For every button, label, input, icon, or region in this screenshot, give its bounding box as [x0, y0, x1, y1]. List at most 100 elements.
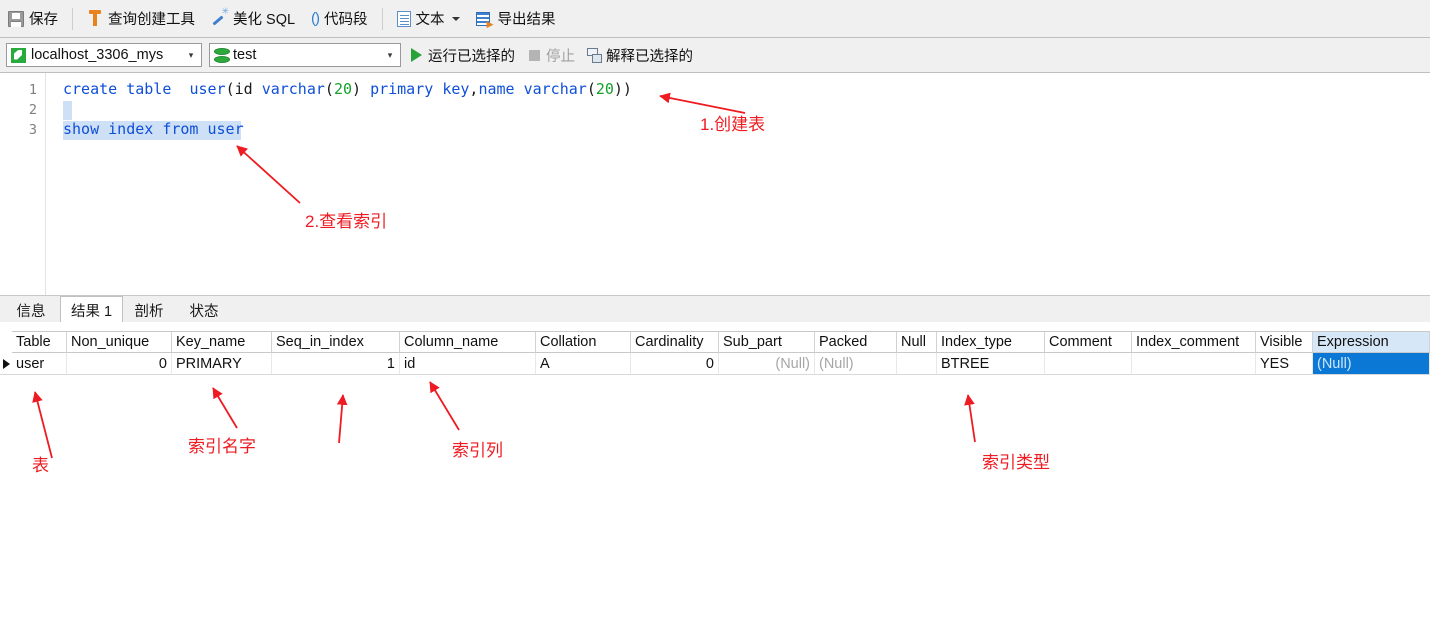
column-header-label: Column_name: [404, 334, 499, 350]
tab-label: 结果 1: [70, 303, 113, 320]
column-header[interactable]: Cardinality: [631, 331, 719, 353]
column-header[interactable]: Non_unique: [67, 331, 172, 353]
table-cell[interactable]: [1132, 353, 1256, 375]
code-token: user: [189, 80, 226, 98]
query-builder-icon: [87, 10, 103, 27]
export-result-button[interactable]: 导出结果: [469, 5, 563, 33]
table-cell[interactable]: [897, 353, 937, 375]
column-header[interactable]: Null: [897, 331, 937, 353]
column-header[interactable]: Key_name: [172, 331, 272, 353]
code-token: 20: [595, 80, 614, 98]
column-header-label: Expression: [1317, 334, 1389, 350]
code-token: name: [478, 80, 515, 98]
code-token: ): [352, 80, 371, 98]
column-header-label: Packed: [819, 334, 868, 350]
column-header[interactable]: Index_comment: [1132, 331, 1256, 353]
code-snippet-button-label: 代码段: [324, 12, 368, 28]
stop-icon: [529, 49, 540, 61]
column-header[interactable]: Column_name: [400, 331, 536, 353]
result-grid[interactable]: Table Non_unique Key_name Seq_in_index Colum…: [0, 322, 1430, 625]
table-cell[interactable]: (Null): [1313, 353, 1430, 375]
column-header[interactable]: Expression: [1313, 331, 1430, 353]
table-cell[interactable]: (Null): [815, 353, 897, 375]
code-token: (: [324, 80, 334, 98]
column-header[interactable]: Table: [12, 331, 67, 353]
chevron-down-icon[interactable]: ▾: [382, 50, 398, 61]
column-header[interactable]: Collation: [536, 331, 631, 353]
code-snippet-button[interactable]: () 代码段: [304, 5, 375, 33]
editor-code-area[interactable]: create table user(id varchar(20) primary…: [47, 73, 1430, 295]
tab-label: 剖析: [134, 303, 164, 320]
column-header-label: Index_comment: [1136, 334, 1240, 350]
table-cell[interactable]: 1: [272, 353, 400, 375]
column-header-label: Null: [901, 334, 926, 350]
annotation-create-table: 1.创建表: [700, 115, 766, 134]
column-header[interactable]: Index_type: [937, 331, 1045, 353]
table-cell[interactable]: BTREE: [937, 353, 1045, 375]
text-dropdown-button[interactable]: 文本: [390, 5, 467, 33]
save-button[interactable]: 保存: [1, 5, 65, 33]
chevron-down-icon[interactable]: ▾: [183, 50, 199, 61]
column-header-label: Table: [16, 334, 51, 350]
export-result-label: 导出结果: [497, 12, 556, 28]
database-select-value: test: [233, 47, 257, 63]
beautify-sql-button[interactable]: 美化 SQL: [204, 5, 302, 33]
table-row[interactable]: user 0 PRIMARY 1 id A 0 (Null) (Null) BTREE YES (Nu…: [0, 353, 1430, 375]
table-cell[interactable]: A: [536, 353, 631, 375]
column-header[interactable]: Comment: [1045, 331, 1132, 353]
column-header[interactable]: Packed: [815, 331, 897, 353]
code-token: id: [234, 80, 253, 98]
run-selected-button[interactable]: 运行已选择的: [411, 45, 515, 66]
chevron-down-icon[interactable]: [451, 16, 460, 21]
code-token: (: [225, 80, 235, 98]
export-grid-icon: [475, 11, 494, 29]
editor-line[interactable]: show index from user: [63, 119, 244, 139]
result-tabbar: 信息 结果 1 剖析 状态: [0, 295, 1430, 323]
code-token: varchar: [261, 80, 325, 98]
tab-2[interactable]: 结果 1: [60, 296, 123, 323]
play-icon: [411, 48, 422, 62]
code-token: table: [126, 80, 172, 98]
table-cell[interactable]: PRIMARY: [172, 353, 272, 375]
database-icon: [214, 47, 230, 63]
table-cell[interactable]: 0: [631, 353, 719, 375]
tab-1[interactable]: 信息: [2, 297, 60, 323]
query-builder-button[interactable]: 查询创建工具: [80, 5, 202, 33]
code-token: show: [63, 120, 100, 138]
row-indicator-icon: [0, 353, 12, 375]
line-number: 1: [28, 82, 37, 98]
database-select[interactable]: test ▾: [209, 43, 401, 67]
tab-label: 状态: [189, 303, 219, 320]
sql-editor-area[interactable]: 123 create table user(id varchar(20) pri…: [0, 73, 1430, 295]
explain-icon: [587, 47, 602, 63]
table-cell[interactable]: YES: [1256, 353, 1313, 375]
column-header[interactable]: Seq_in_index: [272, 331, 400, 353]
table-cell[interactable]: 0: [67, 353, 172, 375]
table-cell[interactable]: [1045, 353, 1132, 375]
query-builder-button-label: 查询创建工具: [108, 12, 195, 28]
code-token: (: [586, 80, 596, 98]
code-token: varchar: [523, 80, 587, 98]
code-token: key: [442, 80, 470, 98]
run-selected-label: 运行已选择的: [428, 48, 515, 65]
column-header[interactable]: Sub_part: [719, 331, 815, 353]
tab-label: 信息: [16, 303, 46, 320]
line-number: 2: [28, 102, 37, 118]
stop-button[interactable]: 停止: [529, 45, 575, 66]
connection-select[interactable]: localhost_3306_mys ▾: [6, 43, 202, 67]
tab-3[interactable]: 剖析: [123, 297, 175, 323]
column-header-label: Comment: [1049, 334, 1112, 350]
table-cell[interactable]: id: [400, 353, 536, 375]
column-header-label: Non_unique: [71, 334, 150, 350]
table-cell[interactable]: (Null): [719, 353, 815, 375]
table-cell[interactable]: user: [12, 353, 67, 375]
column-header[interactable]: Visible: [1256, 331, 1313, 353]
stop-label: 停止: [546, 48, 575, 65]
editor-line[interactable]: create table user(id varchar(20) primary…: [63, 79, 632, 99]
explain-selected-button[interactable]: 解释已选择的: [587, 45, 693, 66]
parentheses-icon: (): [311, 10, 320, 27]
tab-4[interactable]: 状态: [175, 297, 233, 323]
